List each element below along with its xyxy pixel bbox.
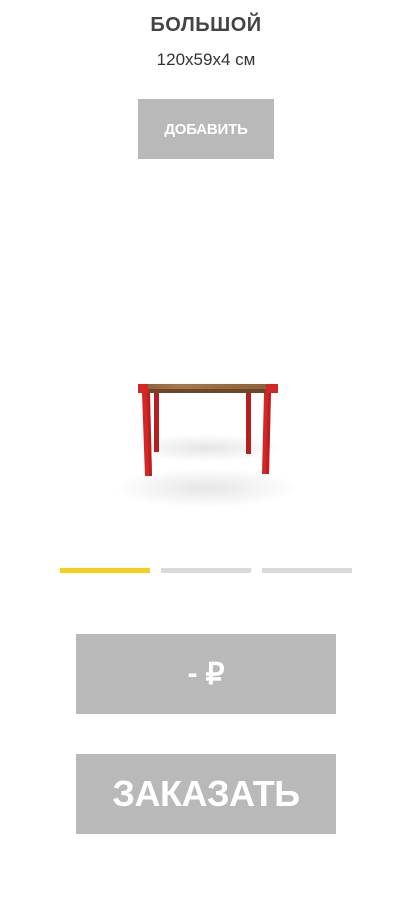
table-leg-back-right (246, 390, 251, 454)
product-dimensions: 120x59x4 см (156, 50, 256, 69)
product-image (108, 360, 304, 510)
add-button[interactable]: ДОБАВИТЬ (138, 99, 274, 159)
product-card: БОЛЬШОЙ 120x59x4 см ДОБАВИТЬ - ₽ ЗАКАЗАТ… (0, 0, 412, 916)
table-leg-back-left (154, 390, 159, 452)
pager-dot-3[interactable] (262, 568, 352, 573)
table-image (114, 384, 298, 508)
price-value: - (187, 657, 198, 690)
product-title: БОЛЬШОЙ (150, 14, 262, 36)
image-pager (60, 568, 352, 574)
order-button[interactable]: ЗАКАЗАТЬ (76, 754, 336, 834)
table-top-edge (138, 389, 278, 393)
price-display: - ₽ (76, 634, 336, 714)
currency-symbol: ₽ (205, 657, 225, 691)
pager-dot-2[interactable] (161, 568, 251, 573)
pager-dot-1[interactable] (60, 568, 150, 573)
